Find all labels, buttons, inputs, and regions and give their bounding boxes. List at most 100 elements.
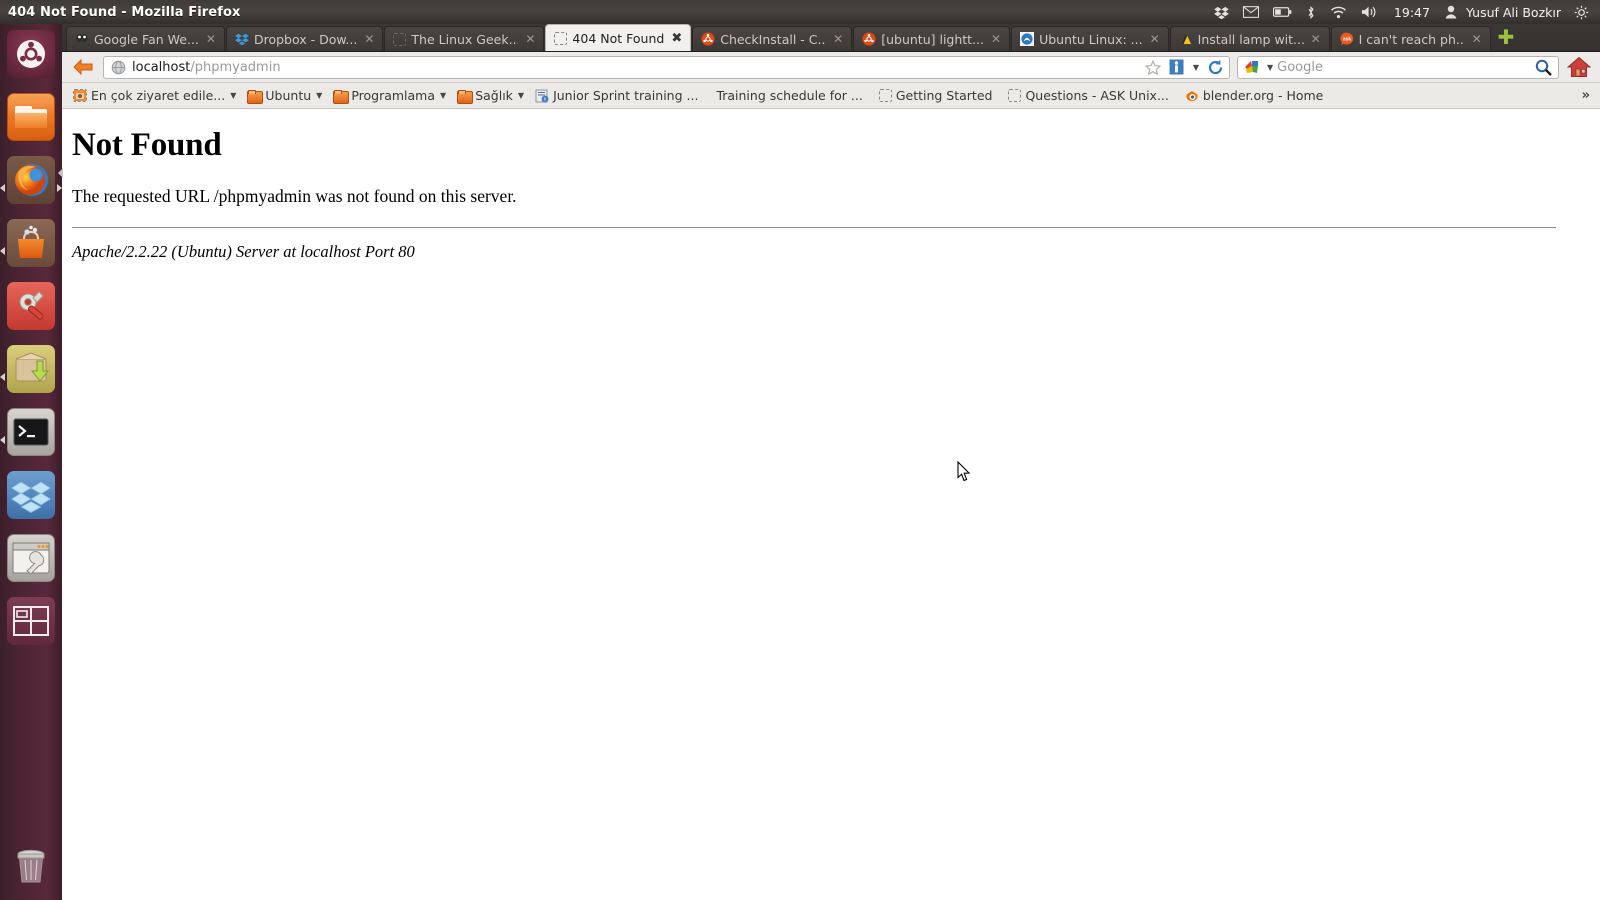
bookmark-junior-sprint[interactable]: x Junior Sprint training ...	[530, 86, 703, 105]
bookmark-folder-ubuntu[interactable]: Ubuntu ▼	[242, 86, 327, 105]
launcher-slot	[0, 345, 62, 402]
dropbox-tray-icon[interactable]	[1207, 0, 1236, 24]
system-settings-icon[interactable]	[7, 282, 55, 330]
tab-label: CheckInstall - C...	[720, 31, 827, 47]
back-button[interactable]	[70, 55, 96, 79]
folder-icon	[457, 89, 474, 104]
browser-tab[interactable]: ask I can't reach ph... ✕	[1330, 26, 1491, 51]
ubuntu-favicon	[701, 32, 715, 46]
dropbox-favicon	[235, 32, 249, 46]
clock[interactable]: 19:47	[1386, 5, 1438, 20]
bookmark-blender-org[interactable]: blender.org - Home	[1175, 86, 1328, 105]
tab-close-button[interactable]: ✕	[204, 33, 218, 45]
askubuntu-favicon: ask	[1340, 32, 1354, 46]
blank-page-icon	[1008, 89, 1022, 102]
chevron-down-icon[interactable]: ▼	[440, 91, 446, 100]
sidebar-grip[interactable]	[58, 164, 63, 178]
launcher-slot	[0, 408, 62, 465]
tab-close-button[interactable]: ✕	[1148, 33, 1162, 45]
files-icon[interactable]	[7, 93, 55, 141]
browser-tab[interactable]: Dropbox - Dow... ✕	[225, 26, 384, 51]
most-visited-icon	[73, 89, 87, 102]
home-button[interactable]	[1566, 56, 1592, 78]
tab-label: Google Fan We...	[94, 31, 199, 47]
launcher-slot	[0, 471, 62, 528]
tab-bar: Google Fan We... ✕ Dropbox - Dow... ✕ Th…	[62, 24, 1600, 52]
server-signature: Apache/2.2.22 (Ubuntu) Server at localho…	[72, 242, 415, 261]
svg-text:ask: ask	[1342, 37, 1351, 43]
browser-tab[interactable]: Google Fan We... ✕	[66, 26, 225, 51]
bookmark-label: Sağlık	[475, 88, 513, 103]
ubuntu-one-icon[interactable]	[7, 345, 55, 393]
ubuntu-dash-icon[interactable]	[7, 30, 55, 78]
browser-tab[interactable]: The Linux Geek... ✕	[384, 26, 545, 51]
bookmark-training-schedule[interactable]: Training schedule for ...	[704, 86, 867, 105]
tab-close-button[interactable]: ✖	[669, 32, 684, 45]
tab-close-button[interactable]: ✕	[1309, 33, 1323, 45]
browser-tab[interactable]: Ubuntu Linux: ... ✕	[1011, 26, 1169, 51]
search-bar[interactable]: ▼ Google	[1237, 55, 1559, 79]
reload-icon[interactable]	[1205, 59, 1226, 76]
running-indicator-left	[0, 373, 5, 381]
browser-tab[interactable]: [ubuntu] lightt... ✕	[853, 26, 1011, 51]
bookmark-label: Questions - ASK Unix...	[1025, 88, 1169, 103]
terminal-icon[interactable]	[7, 408, 55, 456]
ubuntu-favicon	[862, 32, 876, 46]
battery-tray-icon[interactable]	[1266, 0, 1299, 24]
chevron-down-icon[interactable]: ▼	[316, 91, 322, 100]
blender-icon	[1185, 89, 1199, 103]
user-name[interactable]: Yusuf Ali Bozkır	[1464, 5, 1567, 20]
permissions-icon[interactable]	[1167, 59, 1186, 75]
bookmarks-overflow-button[interactable]: »	[1582, 88, 1594, 103]
bluetooth-tray-icon[interactable]	[1299, 0, 1323, 24]
firefox-icon[interactable]	[7, 156, 55, 204]
browser-tab[interactable]: Install lamp wit... ✕	[1169, 26, 1330, 51]
google-icon[interactable]	[1242, 60, 1262, 75]
mail-tray-icon[interactable]	[1236, 0, 1266, 24]
synaptic-icon[interactable]	[7, 534, 55, 582]
workspace-switcher-icon[interactable]	[7, 597, 55, 645]
chevron-down-icon[interactable]: ▼	[518, 91, 524, 100]
running-indicator-left	[0, 436, 5, 444]
tab-close-button[interactable]: ✕	[362, 33, 376, 45]
search-engine-chevron-icon[interactable]: ▼	[1267, 63, 1273, 72]
window-title: 404 Not Found - Mozilla Firefox	[8, 4, 241, 20]
star-icon[interactable]	[1143, 59, 1163, 75]
trash-icon[interactable]	[7, 842, 55, 890]
tab-close-button[interactable]: ✕	[523, 33, 537, 45]
tab-close-button[interactable]: ✕	[831, 33, 845, 45]
wifi-tray-icon[interactable]	[1323, 0, 1354, 24]
tab-close-button[interactable]: ✕	[989, 33, 1003, 45]
url-text[interactable]: localhost/phpmyadmin	[132, 60, 1139, 75]
bookmark-questions-ask-unix[interactable]: Questions - ASK Unix...	[998, 86, 1173, 105]
tab-label: The Linux Geek...	[411, 31, 519, 47]
chevron-down-icon[interactable]: ▼	[230, 91, 236, 100]
url-bar[interactable]: localhost/phpmyadmin ▼	[103, 55, 1230, 79]
chevron-down-icon[interactable]: ▼	[1191, 63, 1201, 72]
bookmark-label: Ubuntu	[265, 88, 312, 103]
browser-tab-active[interactable]: 404 Not Found ✖	[545, 24, 692, 51]
bookmark-most-visited[interactable]: En çok ziyaret edile... ▼	[68, 86, 241, 105]
user-icon	[1438, 0, 1464, 24]
search-input[interactable]: Google	[1277, 60, 1529, 75]
magnifier-icon[interactable]	[1533, 59, 1554, 76]
unity-launcher	[0, 24, 62, 900]
bookmark-folder-saglik[interactable]: Sağlık ▼	[452, 86, 529, 105]
blank-page-icon	[878, 89, 892, 102]
launcher-slot	[0, 534, 62, 591]
blue-swirl-favicon	[1020, 32, 1035, 46]
lamp-favicon	[1179, 32, 1193, 46]
browser-tab[interactable]: CheckInstall - C... ✕	[692, 26, 853, 51]
volume-tray-icon[interactable]	[1354, 0, 1386, 24]
globe-icon[interactable]	[109, 60, 128, 75]
tab-close-button[interactable]: ✕	[1470, 33, 1484, 45]
dropbox-launcher-icon[interactable]	[7, 471, 55, 519]
bookmark-getting-started[interactable]: Getting Started	[869, 86, 998, 105]
gear-icon[interactable]	[1567, 0, 1596, 24]
software-center-icon[interactable]	[7, 219, 55, 267]
navigation-toolbar: localhost/phpmyadmin ▼ ▼ Google	[62, 52, 1600, 83]
bookmark-label: En çok ziyaret edile...	[91, 88, 226, 103]
new-tab-button[interactable]: ✚	[1492, 27, 1523, 49]
bookmark-folder-programlama[interactable]: Programlama ▼	[328, 86, 451, 105]
google-fan-favicon	[75, 32, 89, 46]
